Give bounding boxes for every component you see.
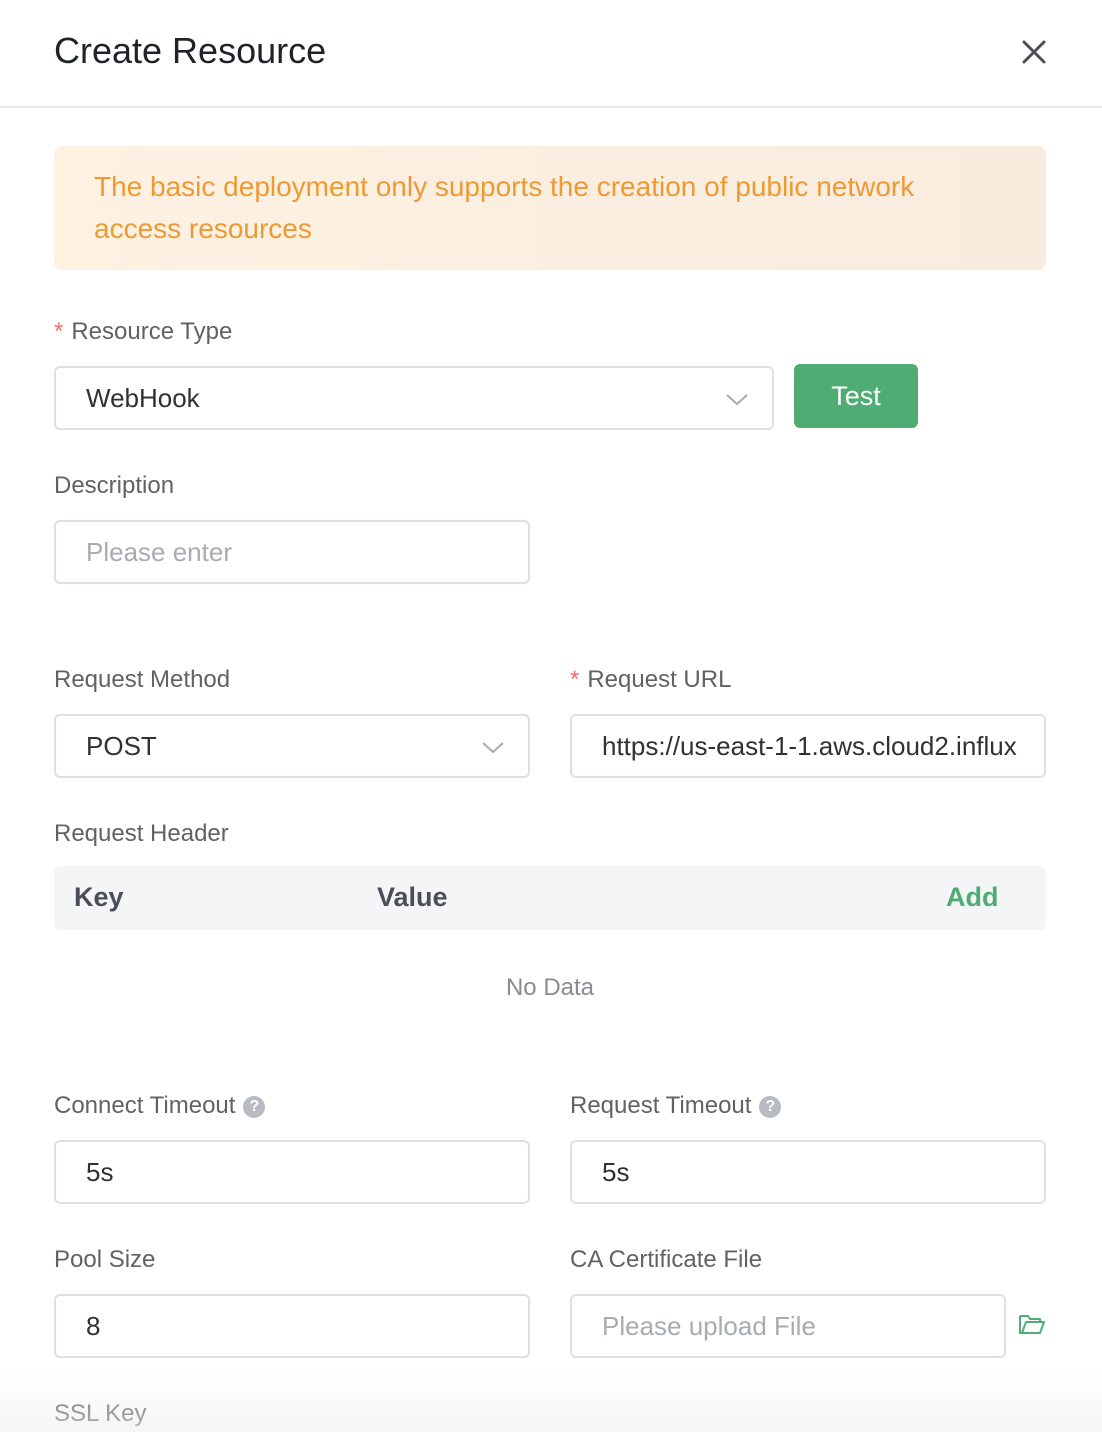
chevron-down-icon: [482, 742, 504, 754]
request-timeout-input[interactable]: 5s: [570, 1140, 1046, 1204]
connect-timeout-input[interactable]: 5s: [54, 1140, 530, 1204]
request-header-label: Request Header: [54, 820, 229, 847]
column-value: Value: [377, 882, 448, 912]
dialog-header: Create Resource: [0, 0, 1102, 108]
request-timeout-label-text: Request Timeout: [570, 1092, 752, 1119]
resource-type-label-text: Resource Type: [71, 318, 233, 345]
create-resource-dialog: Create Resource The basic deployment onl…: [0, 0, 1102, 1432]
add-header-button[interactable]: Add: [946, 882, 998, 913]
ca-certificate-input[interactable]: Please upload File: [570, 1294, 1006, 1358]
connect-timeout-label: Connect Timeout?: [54, 1092, 266, 1120]
pool-size-input[interactable]: 8: [54, 1294, 530, 1358]
column-key: Key: [74, 882, 124, 912]
required-mark: *: [570, 666, 580, 693]
help-icon[interactable]: ?: [759, 1096, 782, 1118]
folder-open-icon[interactable]: [1018, 1312, 1046, 1336]
close-icon[interactable]: [1014, 32, 1054, 72]
request-url-input[interactable]: https://us-east-1-1.aws.cloud2.influx: [570, 714, 1046, 778]
pool-size-label: Pool Size: [54, 1246, 156, 1273]
resource-type-label: * Resource Type: [54, 318, 232, 346]
ssl-key-label: SSL Key: [54, 1400, 147, 1427]
description-label: Description: [54, 472, 175, 499]
description-input[interactable]: Please enter: [54, 520, 530, 584]
help-icon[interactable]: ?: [243, 1096, 266, 1118]
empty-state: No Data: [505, 974, 595, 1001]
resource-type-value: WebHook: [86, 382, 200, 413]
request-header-table-head: Key Value Add: [54, 866, 1046, 930]
warning-alert: The basic deployment only supports the c…: [54, 146, 1046, 270]
scroll-fade: [0, 1372, 1102, 1432]
chevron-down-icon: [726, 394, 748, 406]
test-button[interactable]: Test: [794, 364, 918, 428]
request-timeout-label: Request Timeout?: [570, 1092, 782, 1120]
required-mark: *: [54, 318, 64, 345]
request-url-label: * Request URL: [570, 666, 731, 694]
request-method-select[interactable]: POST: [54, 714, 530, 778]
connect-timeout-label-text: Connect Timeout: [54, 1092, 236, 1119]
request-method-value: POST: [86, 730, 157, 761]
request-url-label-text: Request URL: [587, 666, 732, 693]
resource-type-select[interactable]: WebHook: [54, 366, 774, 430]
request-method-label: Request Method: [54, 666, 231, 693]
ca-certificate-label: CA Certificate File: [570, 1246, 763, 1273]
dialog-title: Create Resource: [54, 30, 327, 71]
